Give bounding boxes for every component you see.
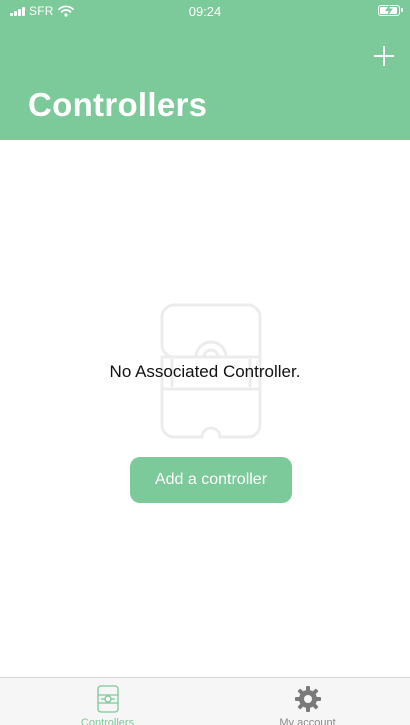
empty-state-message: No Associated Controller. <box>109 362 301 381</box>
battery-icon <box>378 4 403 16</box>
tab-label-my-account: My account <box>279 717 336 725</box>
tab-my-account[interactable]: My account <box>205 678 410 725</box>
add-controller-button[interactable]: Add a controller <box>130 457 292 503</box>
header: SFR 09:24 Controllers <box>0 0 410 140</box>
tab-bar: Controllers My account <box>0 677 410 725</box>
charging-bolt-icon <box>385 4 393 16</box>
status-time: 09:24 <box>188 4 222 19</box>
plus-icon[interactable] <box>372 44 396 68</box>
gear-icon <box>294 686 321 712</box>
page-title: Controllers <box>28 86 208 123</box>
tab-controllers[interactable]: Controllers <box>5 678 210 725</box>
status-bar: SFR 09:24 <box>0 0 410 22</box>
controller-icon <box>96 685 119 713</box>
tab-label-controllers: Controllers <box>80 717 135 725</box>
app-screen: SFR 09:24 Controllers No Associated Cont… <box>0 0 410 725</box>
